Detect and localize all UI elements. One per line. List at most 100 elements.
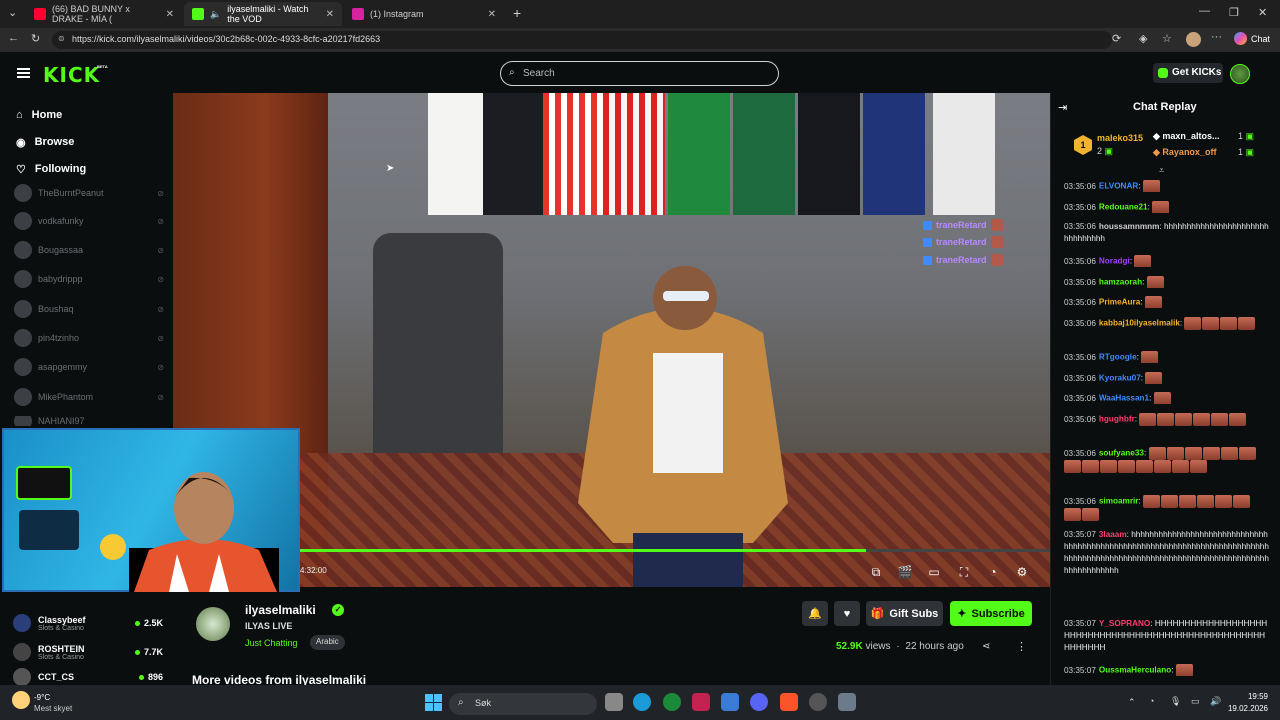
tab-list-chevron-icon[interactable]: ⌄ <box>8 6 17 19</box>
chat-username[interactable]: ELVONAR <box>1099 182 1138 191</box>
chat-username[interactable]: hamzaorah <box>1099 278 1142 287</box>
playback-speed-icon[interactable]: ◔ <box>985 564 1001 580</box>
app-icon[interactable] <box>692 693 710 711</box>
video-player[interactable]: traneRetard traneRetard traneRetard ➤ <box>173 93 1050 587</box>
refresh-icon[interactable]: ↻ <box>31 32 40 45</box>
tray-chevron-icon[interactable]: ⌃ <box>1128 697 1136 708</box>
weather-desc[interactable]: Mest skyet <box>34 704 72 713</box>
sidebar-channel[interactable]: asapgemmy ⊘ <box>14 357 164 377</box>
edge-icon[interactable] <box>633 693 651 711</box>
minimize-icon[interactable]: — <box>1199 5 1210 17</box>
close-icon[interactable]: ✕ <box>326 9 334 20</box>
chat-username[interactable]: soufyane33 <box>1099 449 1144 458</box>
copilot-chat-button[interactable]: Chat <box>1234 32 1270 45</box>
close-icon[interactable]: ✕ <box>166 9 174 20</box>
chat-username[interactable]: WaaHassan1 <box>1099 394 1149 403</box>
share-icon[interactable]: ⋖ <box>982 641 990 652</box>
stream-tag[interactable]: Arabic <box>310 635 345 650</box>
sidebar-channel[interactable]: TheBurntPeanut ⊘ <box>14 183 164 203</box>
tab-instagram[interactable]: (1) Instagram ✕ <box>344 2 504 26</box>
microphone-icon[interactable]: 🎙 <box>1170 696 1181 707</box>
chat-username[interactable]: Noradgi <box>1099 257 1130 266</box>
speaker-icon[interactable]: 🔈 <box>210 9 221 20</box>
url-field[interactable]: ⊜ https://kick.com/ilyaselmaliki/videos/… <box>52 31 1112 49</box>
leaderboard-user[interactable]: ◆ Rayanox_off <box>1153 147 1216 158</box>
taskbar-search[interactable]: ⌕ Søk <box>449 693 597 715</box>
chat-username[interactable]: Kyoraku07 <box>1099 374 1141 383</box>
chat-username[interactable]: kabbaj10ilyaselmalik <box>1099 319 1180 328</box>
restore-icon[interactable]: ❐ <box>1229 6 1239 19</box>
chat-username[interactable]: PrimeAura <box>1099 298 1140 307</box>
app-icon[interactable] <box>809 693 827 711</box>
collections-icon[interactable]: ☆ <box>1162 32 1172 45</box>
user-avatar[interactable] <box>1230 64 1250 84</box>
notification-bell-button[interactable]: 🔔 <box>802 601 828 626</box>
discord-icon[interactable] <box>750 693 768 711</box>
fullscreen-icon[interactable]: ⛶ <box>956 564 972 580</box>
streamer-name[interactable]: ilyaselmaliki <box>245 603 316 617</box>
sidebar-item-home[interactable]: ⌂ Home <box>16 106 62 124</box>
clock-time[interactable]: 19:59 <box>1228 692 1268 701</box>
theater-mode-icon[interactable]: ▭ <box>926 564 942 580</box>
sidebar-live-channel[interactable]: CCT_CS 896 <box>13 668 163 685</box>
sidebar-item-following[interactable]: ♡ Following <box>16 160 86 178</box>
sidebar-channel[interactable]: Boushaq ⊘ <box>14 299 164 319</box>
network-icon[interactable]: ▭ <box>1191 696 1200 707</box>
subscribe-button[interactable]: ✦ Subscribe <box>950 601 1032 626</box>
miniplayer-icon[interactable]: ⧉ <box>868 564 884 580</box>
sidebar-channel[interactable]: NAHIANI97 <box>14 416 164 426</box>
tab-kick[interactable]: 🔈 ilyaselmaliki - Watch the VOD ✕ <box>184 2 342 26</box>
sidebar-channel[interactable]: MikePhantom ⊘ <box>14 387 164 407</box>
stream-category[interactable]: Just Chatting <box>245 638 298 648</box>
sidebar-channel[interactable]: Bougassaa ⊘ <box>14 240 164 260</box>
collapse-chat-icon[interactable]: ⇥ <box>1058 101 1067 114</box>
get-kicks-button[interactable]: Get KICKs <box>1153 63 1223 83</box>
settings-gear-icon[interactable]: ⚙ <box>1014 564 1030 580</box>
follow-heart-button[interactable]: ♥ <box>834 601 860 626</box>
chat-username[interactable]: OussmaHerculano <box>1099 666 1171 675</box>
hamburger-menu-icon[interactable] <box>17 68 30 78</box>
sidebar-channel[interactable]: babydrippp ⊘ <box>14 269 164 289</box>
leaderboard-top-user[interactable]: maleko315 <box>1097 133 1143 143</box>
settings-icon[interactable] <box>838 693 856 711</box>
sidebar-live-channel[interactable]: ROSHTEIN Slots & Casino 7.7K <box>13 640 163 664</box>
tray-app-icon[interactable]: ◔ <box>1149 696 1154 706</box>
sidebar-live-channel[interactable]: Classybeef Slots & Casino 2.5K <box>13 611 163 635</box>
close-window-icon[interactable]: ✕ <box>1258 6 1267 19</box>
xbox-icon[interactable] <box>663 693 681 711</box>
close-icon[interactable]: ✕ <box>488 9 496 20</box>
weather-temp[interactable]: -9°C <box>34 693 50 702</box>
more-options-icon[interactable]: ⋮ <box>1016 640 1027 653</box>
new-tab-icon[interactable]: + <box>513 5 521 21</box>
expand-leaderboard-icon[interactable]: ⩡ <box>1159 165 1164 176</box>
leaderboard-user[interactable]: ◆ maxn_altos... <box>1153 131 1219 142</box>
task-view-icon[interactable] <box>605 693 623 711</box>
extension-icon[interactable]: ◈ <box>1139 32 1147 45</box>
clip-icon[interactable]: 🎬 <box>897 564 913 580</box>
chat-username[interactable]: 3laaam <box>1099 530 1127 539</box>
back-icon[interactable]: ← <box>8 32 19 44</box>
volume-icon[interactable]: 🔊 <box>1210 696 1221 707</box>
windows-start-icon[interactable] <box>425 694 442 711</box>
profile-avatar[interactable] <box>1186 32 1201 47</box>
sidebar-item-browse[interactable]: ◉ Browse <box>16 133 74 151</box>
tab-youtube[interactable]: (66) BAD BUNNY x DRAKE - MÍA ( ✕ <box>26 2 182 26</box>
chat-username[interactable]: houssamnmnm <box>1099 222 1160 231</box>
streamer-avatar[interactable] <box>196 607 230 641</box>
search-input[interactable]: ⌕ Search <box>500 61 779 86</box>
clock-date[interactable]: 19.02.2026 <box>1222 704 1268 713</box>
chat-username[interactable]: simoamrir <box>1099 497 1139 506</box>
sidebar-channel[interactable]: pin4tzinho ⊘ <box>14 328 164 348</box>
gift-subs-button[interactable]: 🎁 Gift Subs <box>866 601 943 626</box>
brave-icon[interactable] <box>780 693 798 711</box>
more-menu-icon[interactable]: ··· <box>1211 31 1222 43</box>
sidebar-channel[interactable]: vodkafunky ⊘ <box>14 211 164 231</box>
weather-icon[interactable] <box>12 691 30 709</box>
site-info-icon[interactable]: ⊜ <box>58 34 65 43</box>
chat-username[interactable]: Y_SOPRANO <box>1099 619 1150 628</box>
kick-logo[interactable]: KICK <box>43 63 100 87</box>
chat-username[interactable]: Redouane21 <box>1099 203 1148 212</box>
store-icon[interactable] <box>721 693 739 711</box>
extensions-icon[interactable]: ⟳ <box>1112 32 1121 45</box>
chat-username[interactable]: RTgoogle <box>1099 353 1137 362</box>
